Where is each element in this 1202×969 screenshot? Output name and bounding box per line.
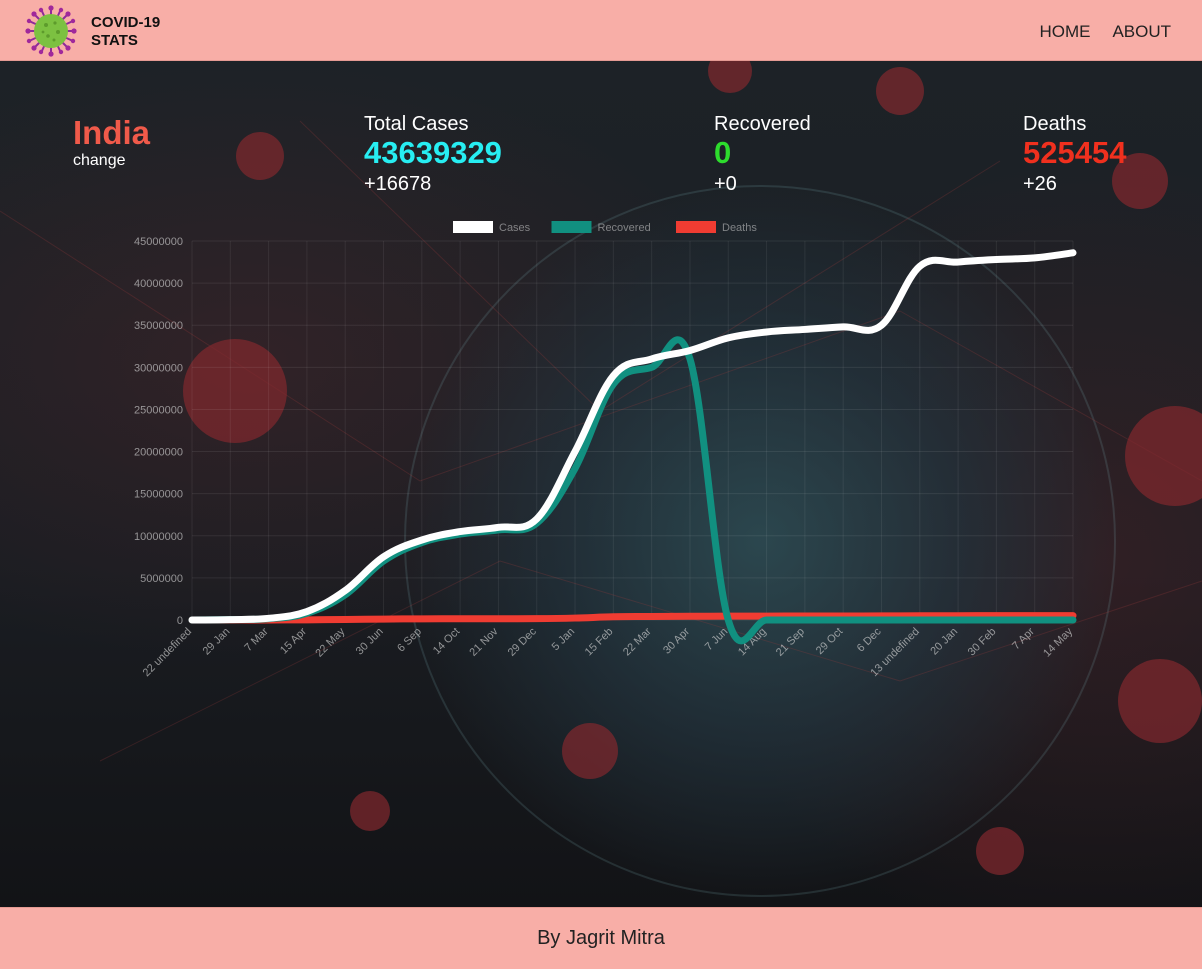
x-tick-label: 5 Jan <box>550 626 578 654</box>
nav-about-link[interactable]: ABOUT <box>1112 22 1171 42</box>
x-tick-label: 14 May <box>1041 625 1075 659</box>
x-tick-label: 30 Jun <box>354 626 386 658</box>
legend-label: Deaths <box>722 222 757 234</box>
footer-credit: By Jagrit Mitra <box>537 927 665 949</box>
brand-title[interactable]: COVID-19 STATS <box>91 14 160 50</box>
x-tick-label: 21 Nov <box>467 625 500 658</box>
covid-line-chart[interactable]: 0 5000000 10000000 15000000 20000000 25000000… <box>0 61 1202 907</box>
x-tick-label: 6 Sep <box>395 626 424 655</box>
x-tick-label: 6 Dec <box>855 625 884 654</box>
series-line-cases <box>188 249 1077 624</box>
y-tick-label: 15000000 <box>134 489 183 501</box>
legend-swatch <box>676 221 716 233</box>
x-tick-label: 30 Feb <box>966 626 999 659</box>
y-tick-label: 40000000 <box>134 278 183 290</box>
legend-label: Cases <box>499 222 531 234</box>
x-tick-label: 22 May <box>313 625 347 659</box>
series-line-recovered <box>188 336 1077 645</box>
x-tick-label: 22 undefined <box>141 626 194 679</box>
brand-line-2: STATS <box>91 32 138 49</box>
x-tick-label: 22 Mar <box>621 625 654 658</box>
legend-swatch <box>453 221 493 233</box>
legend-label: Recovered <box>598 222 651 234</box>
x-tick-label: 29 Oct <box>814 626 845 657</box>
x-tick-label: 30 Apr <box>661 625 692 656</box>
virus-logo-icon[interactable] <box>24 5 78 57</box>
x-tick-label: 15 Feb <box>583 626 616 659</box>
x-tick-label: 29 Dec <box>506 625 539 658</box>
y-tick-label: 35000000 <box>134 320 183 332</box>
y-tick-label: 45000000 <box>134 236 183 248</box>
x-tick-label: 21 Sep <box>774 626 807 659</box>
x-tick-label: 15 Apr <box>278 625 309 656</box>
y-tick-label: 10000000 <box>134 531 183 543</box>
hero-section: India change Total Cases 43639329 +16678… <box>0 61 1202 907</box>
y-tick-label: 5000000 <box>140 573 183 585</box>
x-tick-label: 20 Jan <box>928 626 960 658</box>
footer: By Jagrit Mitra <box>0 907 1202 969</box>
y-tick-label: 30000000 <box>134 362 183 374</box>
brand-line-1: COVID-19 <box>91 14 161 31</box>
y-tick-label: 0 <box>177 615 183 627</box>
y-tick-label: 25000000 <box>134 404 183 416</box>
x-tick-label: 7 Apr <box>1010 625 1037 652</box>
nav-links: HOME ABOUT <box>1039 22 1171 42</box>
y-tick-label: 20000000 <box>134 447 183 459</box>
x-tick-label: 14 Oct <box>431 626 462 657</box>
navbar: COVID-19 STATS HOME ABOUT <box>0 0 1202 61</box>
legend-swatch <box>551 221 592 233</box>
x-tick-label: 7 Jun <box>703 626 731 654</box>
x-tick-label: 29 Jan <box>201 626 233 658</box>
nav-home-link[interactable]: HOME <box>1039 22 1090 42</box>
x-tick-label: 7 Mar <box>242 625 271 654</box>
